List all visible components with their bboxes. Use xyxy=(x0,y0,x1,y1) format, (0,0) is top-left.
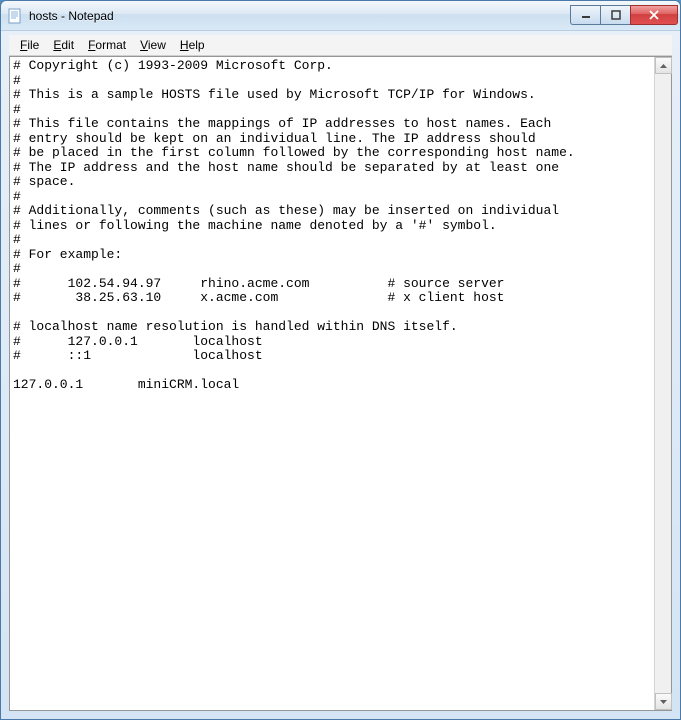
minimize-button[interactable] xyxy=(570,5,600,25)
menu-format-rest: ormat xyxy=(95,38,126,52)
scroll-down-button[interactable] xyxy=(655,693,672,710)
chevron-up-icon xyxy=(660,64,667,68)
menu-help-rest: elp xyxy=(189,38,205,52)
menu-file[interactable]: File xyxy=(13,36,46,54)
menu-format[interactable]: Format xyxy=(81,36,133,54)
window-title: hosts - Notepad xyxy=(29,9,570,23)
minimize-icon xyxy=(581,10,591,20)
notepad-icon xyxy=(7,8,23,24)
menu-view[interactable]: View xyxy=(133,36,173,54)
client-area: # Copyright (c) 1993-2009 Microsoft Corp… xyxy=(9,56,672,711)
window-controls xyxy=(570,5,678,25)
close-icon xyxy=(648,10,660,20)
close-button[interactable] xyxy=(630,5,678,25)
notepad-window: hosts - Notepad File Edit Format View He… xyxy=(0,0,681,720)
maximize-icon xyxy=(611,10,621,20)
titlebar[interactable]: hosts - Notepad xyxy=(1,1,680,31)
menu-help[interactable]: Help xyxy=(173,36,212,54)
menu-file-rest: ile xyxy=(27,38,39,52)
menu-edit-rest: dit xyxy=(61,38,74,52)
maximize-button[interactable] xyxy=(600,5,630,25)
text-editor[interactable]: # Copyright (c) 1993-2009 Microsoft Corp… xyxy=(10,57,654,710)
menu-edit[interactable]: Edit xyxy=(46,36,81,54)
scroll-track[interactable] xyxy=(655,74,671,693)
scroll-up-button[interactable] xyxy=(655,57,672,74)
chevron-down-icon xyxy=(660,700,667,704)
menu-view-rest: iew xyxy=(148,38,166,52)
vertical-scrollbar[interactable] xyxy=(654,57,671,710)
menubar: File Edit Format View Help xyxy=(9,35,672,56)
